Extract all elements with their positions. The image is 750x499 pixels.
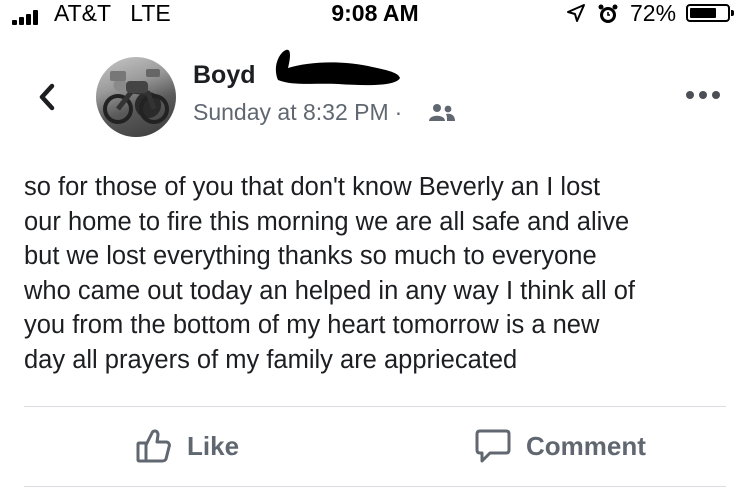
status-bar: AT&T LTE 9:08 AM 72% xyxy=(0,0,750,30)
thumbs-up-icon xyxy=(136,429,171,463)
alarm-icon xyxy=(598,4,618,23)
battery-percent: 72% xyxy=(630,0,677,26)
motorcycle-photo xyxy=(103,69,169,124)
comment-bubble-icon xyxy=(475,429,511,463)
battery-icon xyxy=(686,4,734,22)
post-text: so for those of you that don't know Beve… xyxy=(24,173,635,374)
avatar[interactable] xyxy=(96,57,176,137)
comment-label: Comment xyxy=(526,430,646,461)
like-button[interactable]: Like xyxy=(135,420,239,472)
divider-bottom xyxy=(24,486,726,487)
meta-separator: · xyxy=(394,99,403,125)
post-meta: Sunday at 8:32 PM · xyxy=(193,99,408,126)
battery-level xyxy=(690,8,716,18)
comment-button[interactable]: Comment xyxy=(474,420,646,472)
friends-icon xyxy=(429,104,455,121)
author-name[interactable]: Boyd xyxy=(193,61,256,90)
location-icon xyxy=(567,4,585,22)
like-label: Like xyxy=(187,430,240,461)
more-options-icon[interactable] xyxy=(684,88,722,102)
redaction-mark xyxy=(275,49,400,86)
post-timestamp[interactable]: Sunday at 8:32 PM xyxy=(193,99,389,125)
back-arrow-icon[interactable] xyxy=(34,80,60,114)
divider-top xyxy=(24,406,726,407)
